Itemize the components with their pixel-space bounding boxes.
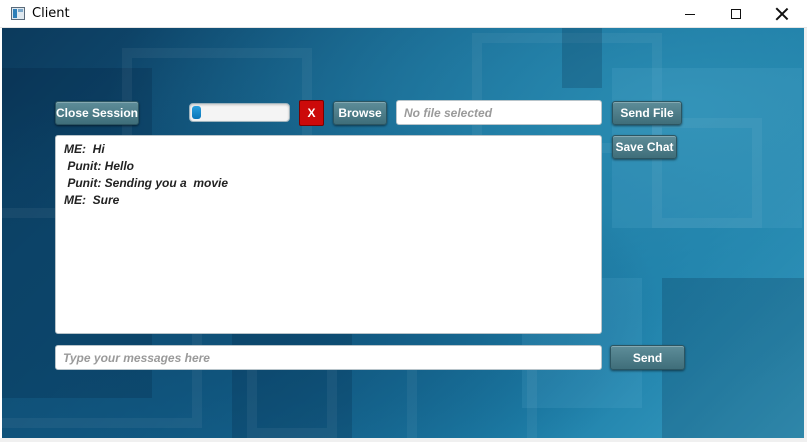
window-title: Client <box>32 6 70 21</box>
message-input[interactable]: Type your messages here <box>55 345 602 370</box>
selected-file-field[interactable]: No file selected <box>396 100 602 125</box>
send-button[interactable]: Send <box>610 345 685 370</box>
close-session-button[interactable]: Close Session <box>55 101 139 125</box>
save-chat-button[interactable]: Save Chat <box>612 135 677 159</box>
minimize-icon <box>685 13 695 15</box>
close-icon <box>776 8 788 20</box>
chat-message: Punit: Sending you a movie <box>64 176 229 190</box>
chat-message: Punit: Hello <box>64 159 134 173</box>
send-file-button[interactable]: Send File <box>612 101 682 125</box>
chat-message: ME: Hi <box>64 142 105 156</box>
title-bar: Client <box>0 0 807 28</box>
app-window-icon <box>11 7 25 20</box>
window-bottom-edge <box>0 438 807 442</box>
browse-button[interactable]: Browse <box>333 101 387 125</box>
minimize-button[interactable] <box>667 0 713 28</box>
chat-transcript[interactable]: ME: Hi Punit: Hello Punit: Sending you a… <box>55 135 602 334</box>
chat-message: ME: Sure <box>64 193 120 207</box>
close-window-button[interactable] <box>759 0 805 28</box>
maximize-icon <box>731 9 741 19</box>
maximize-button[interactable] <box>713 0 759 28</box>
progress-fill <box>192 106 201 119</box>
cancel-transfer-button[interactable]: X <box>299 100 324 126</box>
file-transfer-progress-bar <box>189 103 290 122</box>
